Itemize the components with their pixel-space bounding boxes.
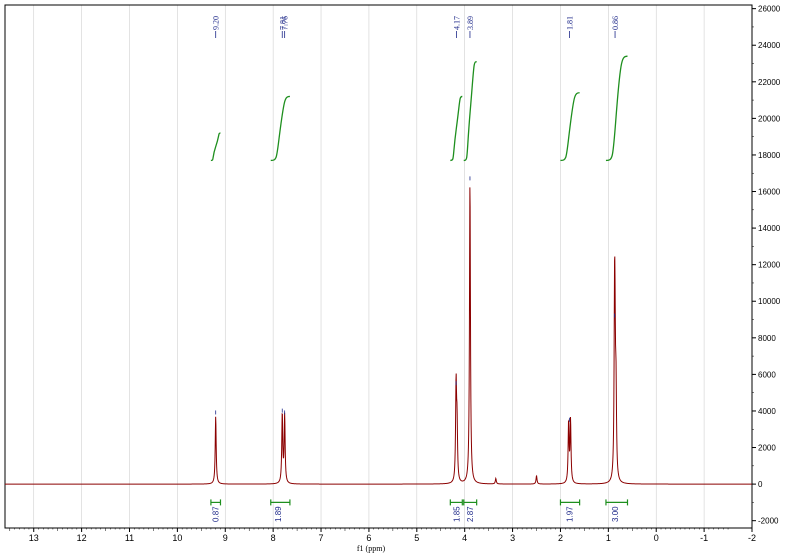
integral-value: 0.87 <box>212 506 221 522</box>
peak-label: 1.81 <box>566 16 575 30</box>
y-tick-label: 8000 <box>758 334 776 343</box>
y-tick-label: 22000 <box>758 78 781 87</box>
x-tick-label: 0 <box>654 533 659 543</box>
x-tick-label: 7 <box>319 533 324 543</box>
x-tick-label: 11 <box>125 533 134 543</box>
nmr-spectrum-chart: 13 12 11 10 9 8 7 6 5 4 3 2 1 0 -1 -2 -2000020004000600… <box>0 0 793 559</box>
x-tick-label: -1 <box>700 533 708 543</box>
x-tick-label: 10 <box>172 533 182 543</box>
x-tick-label: 6 <box>366 533 371 543</box>
x-tick-label: -2 <box>748 533 756 543</box>
y-tick-label: 6000 <box>758 370 776 379</box>
y-tick-label: 14000 <box>758 224 781 233</box>
y-tick-label: 4000 <box>758 407 776 416</box>
x-tick-label: 4 <box>462 533 467 543</box>
x-tick-label: 3 <box>510 533 515 543</box>
peak-label: 4.17 <box>453 16 462 30</box>
y-tick-label: 18000 <box>758 151 781 160</box>
integral-value: 1.97 <box>566 506 575 522</box>
y-tick-label: -2000 <box>758 517 779 526</box>
y-tick-label: 26000 <box>758 5 781 14</box>
y-tick-label: 10000 <box>758 297 781 306</box>
y-tick-label: 12000 <box>758 261 781 270</box>
y-tick-label: 0 <box>758 480 763 489</box>
x-tick-label: 2 <box>558 533 563 543</box>
peak-label: 3.89 <box>466 16 475 30</box>
x-axis-title: f1 (ppm) <box>357 544 386 553</box>
integral-value: 2.87 <box>466 506 475 522</box>
y-tick-label: 24000 <box>758 41 781 50</box>
x-tick-label: 8 <box>271 533 276 543</box>
integral-value: 1.85 <box>453 506 462 522</box>
x-tick-label: 1 <box>606 533 611 543</box>
peak-label: 7.76 <box>281 16 290 30</box>
y-tick-label: 20000 <box>758 114 781 123</box>
x-tick-label: 9 <box>223 533 228 543</box>
peak-label: 9.20 <box>212 16 221 30</box>
y-tick-label: 2000 <box>758 444 776 453</box>
peak-label: 0.86 <box>611 16 620 30</box>
x-tick-label: 12 <box>77 533 87 543</box>
x-tick-label: 5 <box>414 533 419 543</box>
integral-value: 3.00 <box>611 506 620 522</box>
x-tick-label: 13 <box>29 533 39 543</box>
integral-value: 1.89 <box>274 506 283 522</box>
chart-background <box>0 0 793 559</box>
y-tick-label: 16000 <box>758 188 781 197</box>
